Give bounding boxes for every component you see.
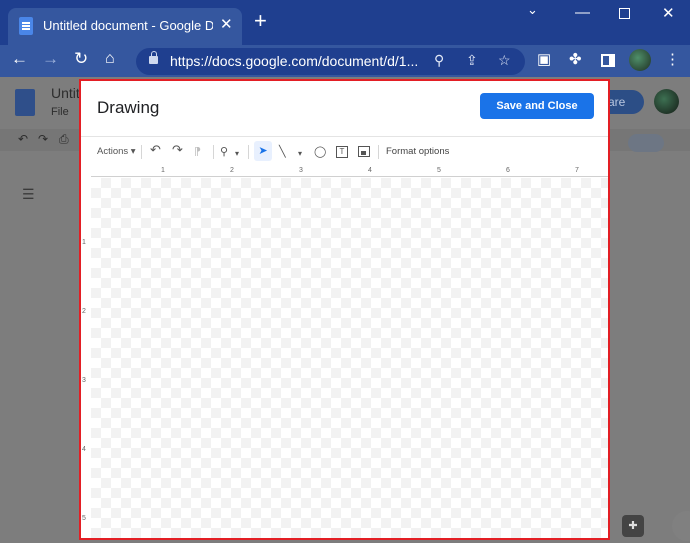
undo-icon[interactable]: ↶ xyxy=(150,143,161,157)
docs-redo-icon: ↷ xyxy=(38,132,49,146)
lock-icon[interactable] xyxy=(149,51,158,64)
docs-avatar xyxy=(654,89,679,114)
close-window-button[interactable]: ✕ xyxy=(662,4,675,22)
image-icon[interactable] xyxy=(358,146,370,157)
format-options-button[interactable]: Format options xyxy=(386,145,449,159)
toolbar-divider xyxy=(378,145,379,159)
tab-close-icon[interactable]: ✕ xyxy=(220,15,233,33)
browser-titlebar: Untitled document - Google Doc ✕ + ⌄ — ✕ xyxy=(0,0,690,45)
docs-logo-icon xyxy=(15,89,35,116)
ruler-label: 1 xyxy=(82,239,86,246)
text-box-icon[interactable]: T xyxy=(336,146,348,158)
dialog-title: Drawing xyxy=(97,98,160,117)
bookmark-star-icon[interactable]: ☆ xyxy=(498,52,511,69)
line-dropdown-icon[interactable]: ▾ xyxy=(298,147,302,161)
share-icon[interactable]: ⇪ xyxy=(466,52,478,69)
ruler-label: 2 xyxy=(82,308,86,315)
docs-title: Untit xyxy=(51,85,80,101)
toolbar-divider xyxy=(141,145,142,159)
drawing-toolbar: Actions ▾ ↶ ↷ ⁋ ⚲ ▾ ➤ ╲ ▾ ◯ T Format opt… xyxy=(81,136,608,166)
browser-toolbar: ← → ↻ ⌂ https://docs.google.com/document… xyxy=(0,45,690,77)
select-arrow-icon[interactable]: ➤ xyxy=(254,141,272,161)
horizontal-ruler: 1 2 3 4 5 6 7 xyxy=(91,167,608,177)
url-text[interactable]: https://docs.google.com/document/d/1... xyxy=(170,53,418,69)
docs-share-button: are xyxy=(604,90,644,114)
minimize-button[interactable]: — xyxy=(575,4,590,21)
docs-explore-icon: ✚ xyxy=(622,515,644,537)
ruler-label: 4 xyxy=(368,167,372,174)
docs-menu-file: File xyxy=(51,106,69,118)
docs-print-icon: ⎙ xyxy=(59,132,69,146)
docs-undo-icon: ↶ xyxy=(18,132,29,146)
ruler-label: 4 xyxy=(82,446,86,453)
drawing-canvas[interactable] xyxy=(91,178,608,538)
drawing-dialog: Drawing Save and Close Actions ▾ ↶ ↷ ⁋ ⚲… xyxy=(79,79,610,540)
reload-button[interactable]: ↻ xyxy=(74,49,88,69)
line-icon[interactable]: ╲ xyxy=(279,145,286,159)
shape-icon[interactable]: ◯ xyxy=(314,145,326,159)
home-button[interactable]: ⌂ xyxy=(105,50,115,68)
zoom-dropdown-icon[interactable]: ▾ xyxy=(235,147,239,161)
ruler-label: 1 xyxy=(161,167,165,174)
maximize-button[interactable] xyxy=(619,8,630,19)
ruler-label: 7 xyxy=(575,167,579,174)
docs-side-button xyxy=(672,511,690,541)
browser-menu-icon[interactable]: ⋮ xyxy=(665,50,680,68)
address-bar[interactable]: https://docs.google.com/document/d/1... … xyxy=(136,48,525,75)
zoom-icon[interactable]: ⚲ xyxy=(220,145,228,159)
redo-icon[interactable]: ↷ xyxy=(172,143,183,157)
docs-editing-mode-icon xyxy=(628,134,664,152)
toolbar-divider xyxy=(248,145,249,159)
docs-outline-icon: ☰ xyxy=(22,186,35,202)
ruler-label: 5 xyxy=(437,167,441,174)
ruler-label: 6 xyxy=(506,167,510,174)
vertical-ruler: 1 2 3 4 5 xyxy=(81,177,89,538)
actions-menu[interactable]: Actions ▾ xyxy=(97,145,136,159)
toolbar-divider xyxy=(213,145,214,159)
ruler-label: 5 xyxy=(82,515,86,522)
tab-search-icon[interactable]: ▣ xyxy=(537,50,551,68)
zoom-icon[interactable]: ⚲ xyxy=(434,52,444,69)
tab-title: Untitled document - Google Doc xyxy=(43,18,213,33)
back-button[interactable]: ← xyxy=(11,49,28,69)
paint-format-icon[interactable]: ⁋ xyxy=(194,145,201,159)
ruler-label: 2 xyxy=(230,167,234,174)
side-panel-icon[interactable] xyxy=(601,54,615,67)
new-tab-button[interactable]: + xyxy=(254,10,267,32)
browser-tab[interactable]: Untitled document - Google Doc ✕ xyxy=(8,8,242,45)
forward-button[interactable]: → xyxy=(42,49,59,69)
tab-search-chevron-icon[interactable]: ⌄ xyxy=(527,2,538,18)
save-and-close-button[interactable]: Save and Close xyxy=(480,93,594,119)
docs-favicon-icon xyxy=(19,17,33,35)
ruler-label: 3 xyxy=(299,167,303,174)
ruler-label: 3 xyxy=(82,377,86,384)
profile-avatar[interactable] xyxy=(629,49,651,71)
extensions-icon[interactable]: ✤ xyxy=(569,50,582,68)
